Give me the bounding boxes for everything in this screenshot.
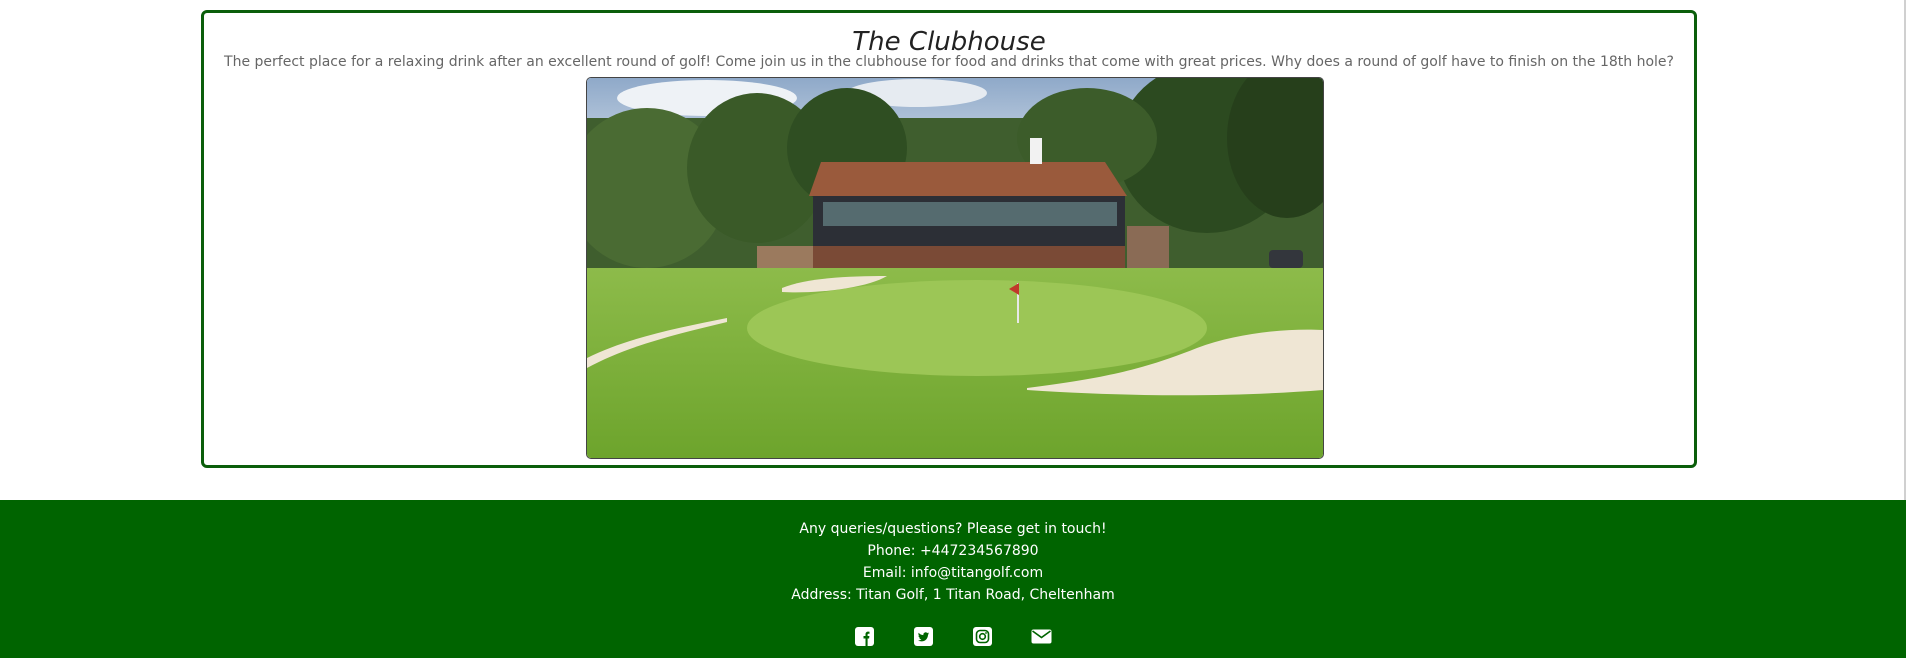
footer-address: Address: Titan Golf, 1 Titan Road, Chelt… [791, 587, 1115, 603]
instagram-icon[interactable] [972, 626, 993, 647]
footer-email: Email: info@titangolf.com [862, 565, 1044, 581]
facebook-icon[interactable] [854, 626, 875, 647]
clubhouse-title: The Clubhouse [852, 27, 1046, 57]
envelope-icon[interactable] [1031, 626, 1052, 647]
site-footer: Any queries/questions? Please get in tou… [0, 500, 1906, 658]
footer-phone: Phone: +447234567890 [867, 543, 1039, 559]
twitter-icon[interactable] [913, 626, 934, 647]
clubhouse-photo [586, 77, 1324, 459]
footer-intro: Any queries/questions? Please get in tou… [799, 521, 1107, 537]
clubhouse-description: The perfect place for a relaxing drink a… [224, 54, 1674, 70]
social-links [0, 626, 1906, 647]
clubhouse-card: The Clubhouse The perfect place for a re… [201, 10, 1697, 468]
